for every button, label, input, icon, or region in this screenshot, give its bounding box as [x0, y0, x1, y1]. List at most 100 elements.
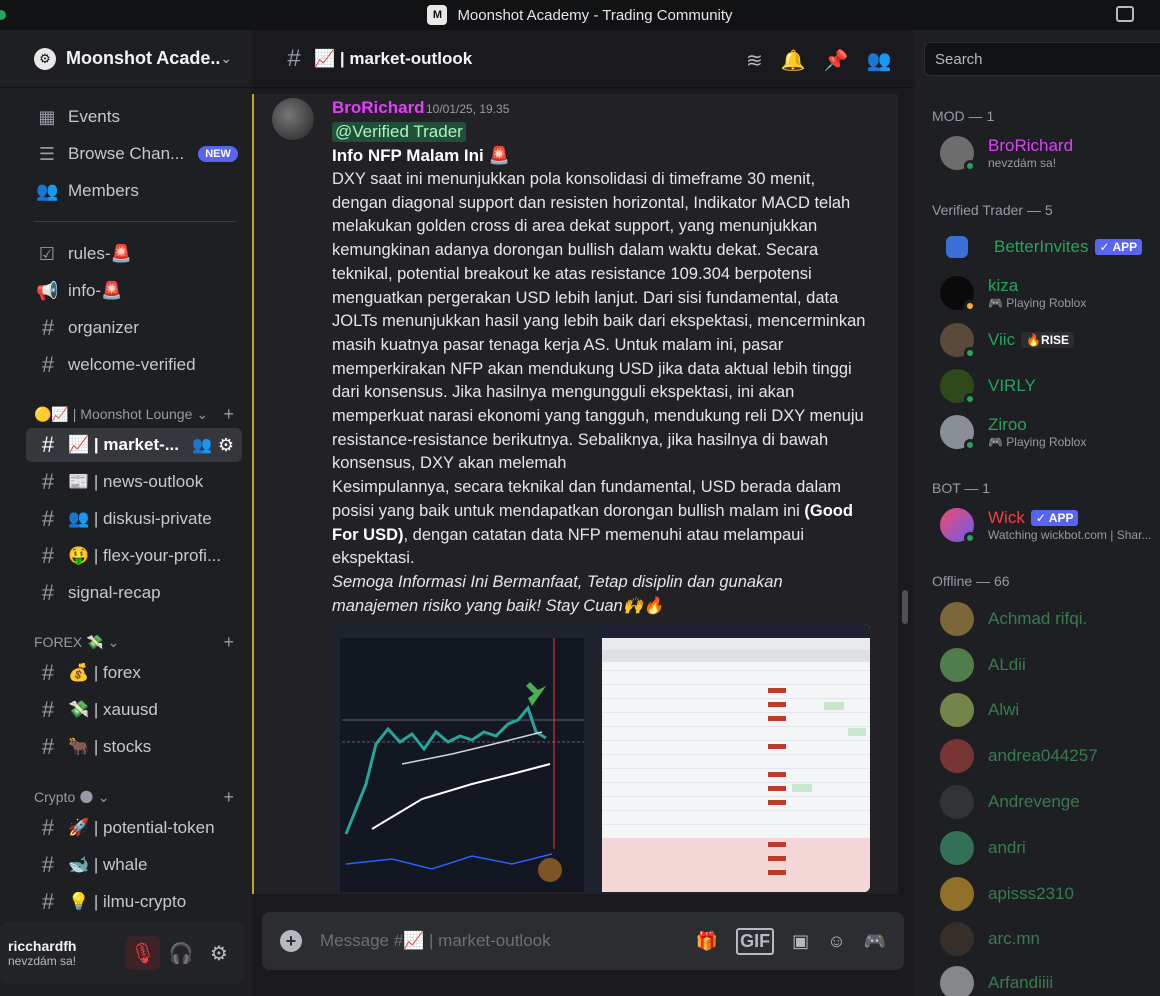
- hash-icon: #: [41, 852, 55, 877]
- member-offline[interactable]: apisss2310: [940, 873, 1160, 915]
- member-offline[interactable]: ALdii: [940, 644, 1160, 686]
- add-attachment-icon[interactable]: +: [280, 930, 302, 952]
- member-offline[interactable]: Andrevenge: [940, 781, 1160, 823]
- category-moonshot-lounge[interactable]: 🟡📈 | Moonshot Lounge ⌄ +: [34, 403, 234, 425]
- channel-flex-your-profit[interactable]: # 🤑 | flex-your-profi...: [26, 539, 242, 573]
- channel-welcome-verified[interactable]: # welcome-verified: [26, 348, 242, 382]
- member-brorichard[interactable]: BroRichard nevzdám sa!: [940, 132, 1160, 174]
- add-channel-icon[interactable]: +: [223, 632, 234, 653]
- member-list-icon[interactable]: 👥: [867, 48, 892, 73]
- member-name: Andrevenge: [988, 792, 1080, 811]
- channel-potential-token[interactable]: # 🚀 | potential-token: [26, 811, 242, 845]
- window-titlebar: M Moonshot Academy - Trading Community: [0, 0, 1160, 30]
- user-panel: ricchardfh nevzdám sa! 🎙 🎧 ⚙: [0, 922, 244, 984]
- add-channel-icon[interactable]: +: [223, 404, 234, 425]
- channel-stocks[interactable]: # 🐂 | stocks: [26, 730, 242, 764]
- channel-rules[interactable]: ☑ rules-🚨: [26, 237, 242, 271]
- member-viic[interactable]: Viic 🔥RISE: [940, 319, 1160, 361]
- role-mention[interactable]: @Verified Trader: [332, 122, 466, 142]
- sidebar-item-browse-channels[interactable]: ☰ Browse Chan... NEW: [26, 137, 242, 171]
- bell-icon[interactable]: 🔔: [781, 48, 806, 73]
- channel-whale[interactable]: # 🐋 | whale: [26, 848, 242, 882]
- author-avatar[interactable]: [272, 98, 314, 140]
- channel-label: 🚀 | potential-token: [68, 818, 215, 837]
- member-virly[interactable]: VIRLY: [940, 365, 1160, 407]
- sidebar-item-members[interactable]: 👥 Members: [26, 174, 242, 208]
- member-offline[interactable]: Arfandiiii: [940, 962, 1160, 996]
- new-badge: NEW: [198, 146, 238, 162]
- gif-icon[interactable]: GIF: [736, 927, 775, 955]
- chart-screenshot-graphic: [332, 624, 602, 892]
- message-title: Info NFP Malam Ini 🚨: [332, 146, 510, 165]
- channel-label: 🐋 | whale: [68, 855, 148, 874]
- member-betterinvites[interactable]: BetterInvites ✓ APP: [940, 226, 1160, 268]
- channel-label: 🐂 | stocks: [68, 737, 152, 756]
- username: ricchardfh: [8, 938, 77, 954]
- channel-label: 👥 | diskusi-private: [68, 509, 212, 528]
- message-paragraph: Kesimpulannya, secara teknikal dan funda…: [332, 478, 842, 520]
- guild-header[interactable]: ⚙ Moonshot Acade... ⌄: [0, 30, 252, 88]
- avatar: [940, 693, 974, 727]
- channel-diskusi-private[interactable]: # 👥 | diskusi-private: [26, 502, 242, 536]
- member-status: 🎮 Playing Roblox: [988, 435, 1087, 449]
- category-crypto[interactable]: Crypto 🌑 ⌄ +: [34, 786, 234, 808]
- channel-label: 📈 | market-...: [68, 435, 179, 454]
- calendar-icon: ▦: [38, 106, 56, 127]
- hash-icon: #: [41, 580, 55, 605]
- member-kiza[interactable]: kiza 🎮 Playing Roblox: [940, 272, 1160, 314]
- add-channel-icon[interactable]: +: [223, 787, 234, 808]
- channel-header: # 📈 | market-outlook ≋ 🔔 📌 👥: [252, 30, 914, 88]
- window-title: Moonshot Academy - Trading Community: [457, 6, 733, 24]
- threads-icon[interactable]: ≋: [746, 48, 763, 73]
- message-attachments: [332, 624, 872, 892]
- user-info[interactable]: ricchardfh nevzdám sa!: [8, 938, 126, 968]
- member-status: 🎮 Playing Roblox: [988, 296, 1087, 310]
- gear-icon[interactable]: ⚙: [218, 435, 234, 456]
- scrollbar[interactable]: [902, 590, 908, 624]
- channel-signal-recap[interactable]: # signal-recap: [26, 576, 242, 610]
- pin-icon[interactable]: 📌: [824, 48, 849, 73]
- member-offline[interactable]: Achmad rifqi.: [940, 598, 1160, 640]
- gift-icon[interactable]: 🎁: [696, 931, 718, 952]
- member-offline[interactable]: andri: [940, 827, 1160, 869]
- inbox-icon[interactable]: [1116, 6, 1134, 22]
- member-name: kiza: [988, 276, 1019, 295]
- member-offline[interactable]: Alwi: [940, 689, 1160, 731]
- member-name: VIRLY: [988, 376, 1036, 395]
- message-author[interactable]: BroRichard: [332, 98, 425, 118]
- member-group-header: BOT — 1: [932, 480, 991, 496]
- member-list: Search MOD — 1 BroRichard nevzdám sa! Ve…: [914, 30, 1160, 996]
- member-offline[interactable]: arc.mn: [940, 918, 1160, 960]
- message-input[interactable]: Message #📈 | market-outlook: [320, 931, 696, 951]
- avatar: [940, 831, 974, 865]
- sticker-icon[interactable]: ▣: [792, 931, 809, 952]
- category-forex[interactable]: FOREX 💸 ⌄ +: [34, 631, 234, 653]
- member-offline[interactable]: andrea044257: [940, 735, 1160, 777]
- hash-icon: #: [41, 734, 55, 759]
- channel-market-outlook[interactable]: # 📈 | market-... 👥 ⚙: [26, 428, 242, 462]
- channel-forex[interactable]: # 💰 | forex: [26, 656, 242, 690]
- channel-news-outlook[interactable]: # 📰 | news-outlook: [26, 465, 242, 499]
- channel-info[interactable]: 📢 info-🚨: [26, 274, 242, 308]
- sidebar-item-label: Members: [68, 181, 139, 200]
- sidebar-item-events[interactable]: ▦ Events: [26, 100, 242, 134]
- member-ziroo[interactable]: Ziroo 🎮 Playing Roblox: [940, 411, 1160, 453]
- channel-xauusd[interactable]: # 💸 | xauusd: [26, 693, 242, 727]
- avatar: [940, 739, 974, 773]
- emoji-icon[interactable]: ☺: [827, 931, 845, 952]
- message-composer: + Message #📈 | market-outlook 🎁 GIF ▣ ☺ …: [262, 912, 904, 970]
- mute-microphone-icon[interactable]: 🎙: [126, 936, 160, 970]
- attachment-dxy-chart-image[interactable]: [332, 624, 602, 892]
- user-settings-gear-icon[interactable]: ⚙: [202, 936, 236, 970]
- member-name: Arfandiiii: [988, 973, 1054, 992]
- attachment-economic-calendar-image[interactable]: [602, 624, 870, 892]
- activities-icon[interactable]: 🎮: [864, 931, 886, 952]
- channel-organizer[interactable]: # organizer: [26, 311, 242, 345]
- channel-ilmu-crypto[interactable]: # 💡 | ilmu-crypto: [26, 885, 242, 919]
- add-member-icon[interactable]: 👥: [192, 435, 212, 455]
- member-wick[interactable]: Wick ✓ APP Watching wickbot.com | Shar..…: [940, 504, 1160, 546]
- online-status-icon: [964, 160, 976, 172]
- headphones-icon[interactable]: 🎧: [164, 936, 198, 970]
- search-input[interactable]: Search: [924, 42, 1160, 76]
- avatar: [940, 323, 976, 359]
